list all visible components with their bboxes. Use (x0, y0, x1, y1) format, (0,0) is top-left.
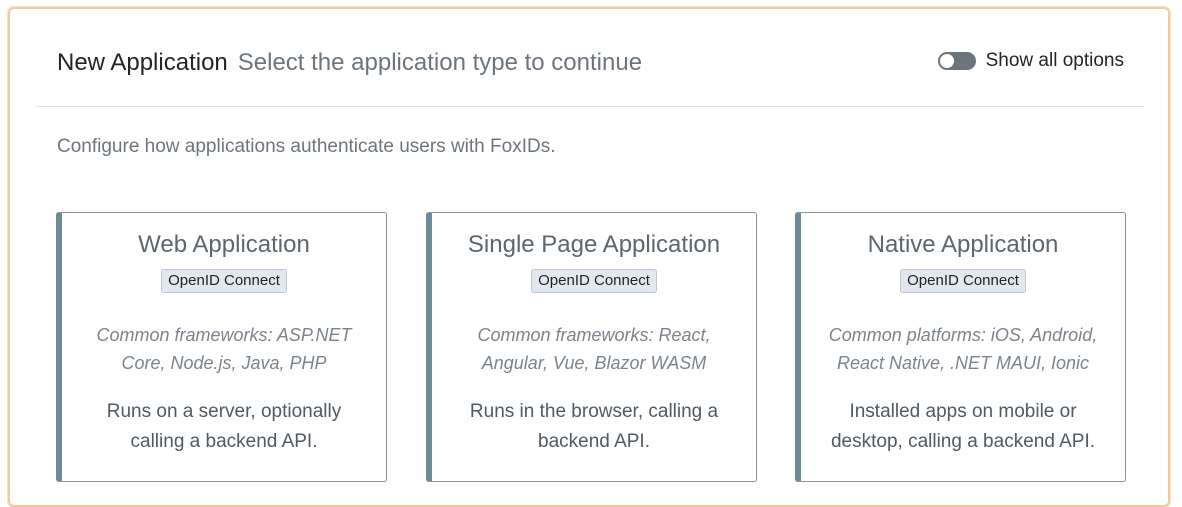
card-frameworks: Common frameworks: React, Angular, Vue, … (477, 325, 711, 373)
intro-text: Configure how applications authenticate … (57, 136, 556, 157)
card-web-application[interactable]: Web Application OpenID Connect Common fr… (56, 212, 387, 482)
card-title: Native Application (867, 231, 1059, 258)
page-title: New Application Select the application ty… (57, 48, 642, 78)
toggle-switch[interactable] (937, 52, 976, 70)
card-title: Web Application (138, 231, 310, 258)
card-description: Installed apps on mobile or desktop, cal… (830, 401, 1096, 452)
protocol-badge: OpenID Connect (900, 269, 1026, 293)
card-description: Runs in the browser, calling a backend A… (469, 401, 719, 452)
card-description: Runs on a server, optionally calling a b… (106, 401, 342, 452)
card-title: Single Page Application (467, 231, 721, 258)
card-frameworks: Common platforms: iOS, Android, React Na… (828, 325, 1098, 373)
title-main: New Application (57, 49, 228, 76)
dialog-header: New Application Select the application ty… (36, 9, 1144, 107)
card-frameworks: Common frameworks: ASP.NET Core, Node.js… (96, 325, 352, 373)
protocol-badge: OpenID Connect (161, 269, 287, 293)
toggle-label: Show all options (985, 50, 1124, 71)
protocol-badge: OpenID Connect (531, 269, 657, 293)
title-subtitle: Select the application type to continue (237, 49, 643, 76)
card-native-application[interactable]: Native Application OpenID Connect Common… (795, 212, 1126, 482)
card-single-page-application[interactable]: Single Page Application OpenID Connect C… (426, 212, 757, 482)
show-all-options-toggle[interactable]: Show all options (937, 50, 1124, 72)
toggle-knob (939, 54, 954, 68)
new-application-dialog: New Application Select the application ty… (8, 7, 1170, 507)
